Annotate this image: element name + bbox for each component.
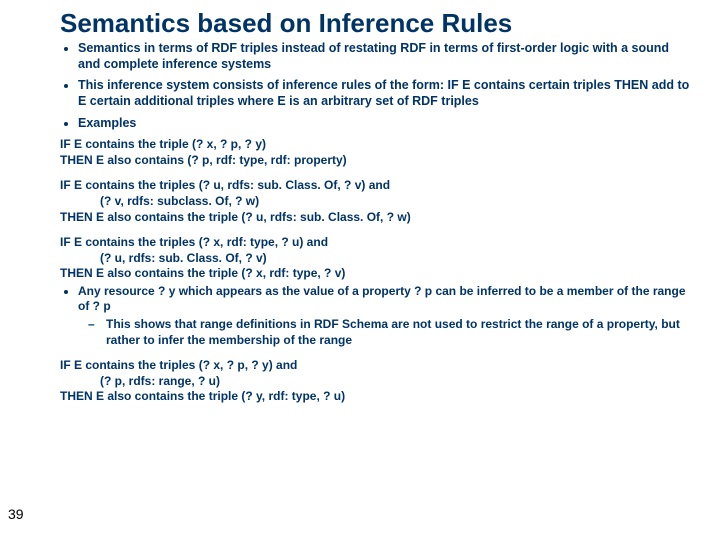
example-2: IF E contains the triples (? u, rdfs: su… (60, 178, 690, 225)
slide-title: Semantics based on Inference Rules (60, 8, 690, 39)
ex3-line2: (? u, rdfs: sub. Class. Of, ? v) (60, 251, 690, 267)
example-4: IF E contains the triples (? x, ? p, ? y… (60, 358, 690, 405)
ex2-line1: IF E contains the triples (? u, rdfs: su… (60, 178, 690, 194)
ex3-inner-text: Any resource ? y which appears as the va… (78, 284, 686, 314)
ex2-line2: (? v, rdfs: subclass. Of, ? w) (60, 194, 690, 210)
bullet-3: Examples (78, 116, 690, 132)
ex3-sub-bullet: This shows that range definitions in RDF… (106, 317, 690, 348)
example-3: IF E contains the triples (? x, rdf: typ… (60, 235, 690, 348)
bullet-1: Semantics in terms of RDF triples instea… (78, 41, 690, 72)
ex2-line3: THEN E also contains the triple (? u, rd… (60, 210, 690, 226)
ex4-line1: IF E contains the triples (? x, ? p, ? y… (60, 358, 690, 374)
main-bullets: Semantics in terms of RDF triples instea… (60, 41, 690, 131)
ex1-line1: IF E contains the triple (? x, ? p, ? y) (60, 137, 690, 153)
page-number: 39 (8, 506, 24, 522)
ex1-line2: THEN E also contains (? p, rdf: type, rd… (60, 153, 690, 169)
ex4-line3: THEN E also contains the triple (? y, rd… (60, 389, 690, 405)
ex3-sub-list: This shows that range definitions in RDF… (78, 317, 690, 348)
ex3-line3: THEN E also contains the triple (? x, rd… (60, 266, 690, 282)
ex3-inner-bullet: Any resource ? y which appears as the va… (78, 284, 690, 348)
ex3-line1: IF E contains the triples (? x, rdf: typ… (60, 235, 690, 251)
example-1: IF E contains the triple (? x, ? p, ? y)… (60, 137, 690, 168)
ex3-inner-list: Any resource ? y which appears as the va… (60, 284, 690, 348)
ex4-line2: (? p, rdfs: range, ? u) (60, 374, 690, 390)
bullet-2: This inference system consists of infere… (78, 78, 690, 109)
